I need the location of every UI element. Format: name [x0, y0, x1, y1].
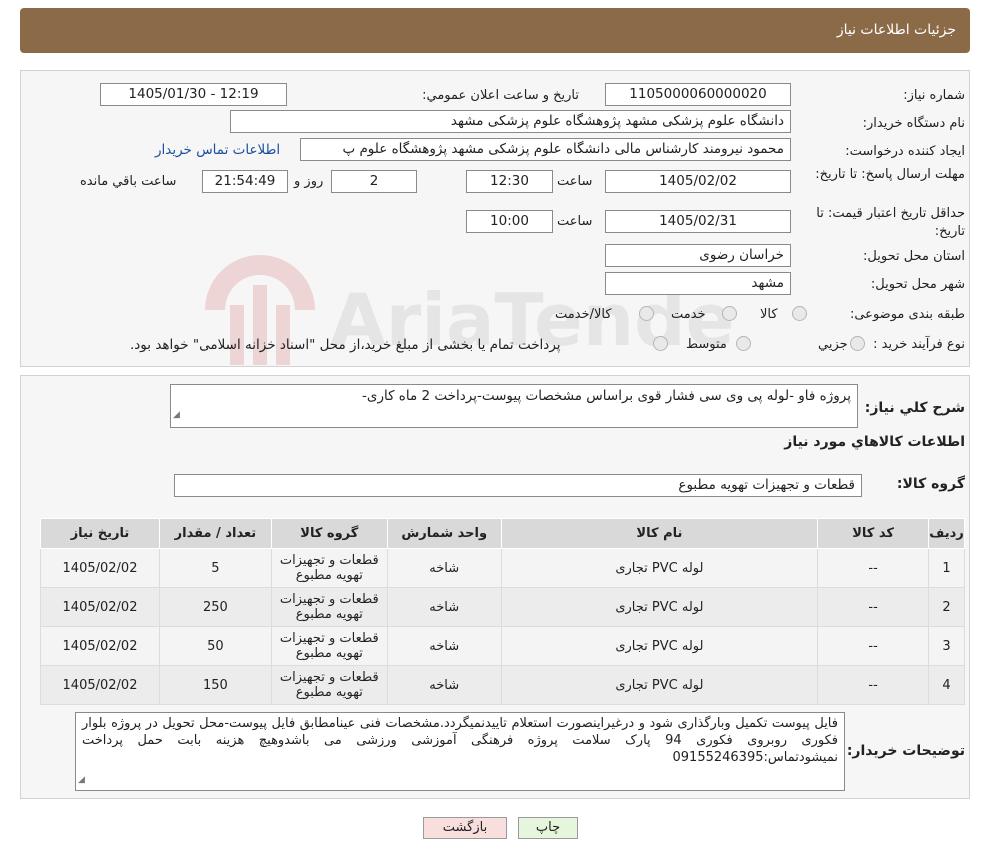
- cell-row-number: 4: [928, 665, 965, 705]
- buyer-notes-text: فایل پیوست تکمیل وبارگذاری شود و درغیرای…: [82, 716, 838, 765]
- category-radio-goods[interactable]: [792, 306, 807, 321]
- buyer-notes-field: فایل پیوست تکمیل وبارگذاری شود و درغیرای…: [75, 712, 845, 791]
- col-header-unit: واحد شمارش: [386, 518, 502, 549]
- cell-date: 1405/02/02: [40, 665, 160, 705]
- days-field: 2: [331, 170, 417, 193]
- print-button[interactable]: چاپ: [518, 817, 578, 839]
- description-text: پروژه فاو -لوله پی وی سی فشار قوی براساس…: [362, 388, 851, 404]
- goods-group-field: قطعات و تجهیزات تهویه مطبوع: [174, 474, 862, 497]
- process-radio-medium[interactable]: [736, 336, 751, 351]
- goods-info-title: اطلاعات کالاهاي مورد نياز: [784, 434, 965, 450]
- process-radio-treasury[interactable]: [653, 336, 668, 351]
- province-field: خراسان رضوی: [605, 244, 791, 267]
- category-option-goods: کالا: [760, 307, 778, 322]
- validity-label: حداقل تاريخ اعتبار قيمت: تا تاريخ:: [816, 206, 965, 239]
- cell-row-number: 1: [928, 548, 965, 588]
- cell-unit: شاخه: [386, 548, 502, 588]
- cell-unit: شاخه: [386, 626, 502, 666]
- cell-row-number: 3: [928, 626, 965, 666]
- cell-group: قطعات و تجهیزات تهویه مطبوع: [270, 587, 388, 627]
- validity-time-field: 10:00: [466, 210, 553, 233]
- need-number-field: 1105000060000020: [605, 83, 791, 106]
- remaining-label: ساعت باقي مانده: [80, 174, 177, 189]
- cell-quantity: 150: [159, 665, 272, 705]
- process-option-minor: جزيي: [818, 337, 848, 352]
- category-label: طبقه بندی موضوعی:: [849, 307, 965, 322]
- buyer-org-label: نام دستگاه خريدار:: [862, 116, 965, 131]
- cell-group: قطعات و تجهیزات تهویه مطبوع: [270, 548, 388, 588]
- col-header-code: کد کالا: [817, 518, 930, 549]
- cell-code: --: [817, 587, 930, 627]
- category-option-service: خدمت: [671, 307, 706, 322]
- cell-name: لوله PVC تجاری: [500, 626, 819, 666]
- buyer-contact-link[interactable]: اطلاعات تماس خريدار: [155, 142, 280, 158]
- category-radio-goods-service[interactable]: [639, 306, 654, 321]
- cell-row-number: 2: [928, 587, 965, 627]
- resize-grip-icon[interactable]: ◢: [78, 772, 85, 789]
- need-number-label: شماره نیاز:: [903, 88, 965, 103]
- buyer-notes-label: توضيحات خريدار:: [846, 743, 965, 759]
- announce-field: 1405/01/30 - 12:19: [100, 83, 287, 106]
- description-label: شرح کلي نياز:: [864, 400, 965, 416]
- cell-quantity: 250: [159, 587, 272, 627]
- deadline-time-label: ساعت: [557, 174, 593, 189]
- description-field: پروژه فاو -لوله پی وی سی فشار قوی براساس…: [170, 384, 858, 428]
- cell-name: لوله PVC تجاری: [500, 665, 819, 705]
- goods-group-label: گروه کالا:: [896, 476, 965, 492]
- category-radio-service[interactable]: [722, 306, 737, 321]
- cell-code: --: [817, 665, 930, 705]
- category-option-goods-service: کالا/خدمت: [555, 307, 612, 322]
- validity-time-label: ساعت: [557, 214, 593, 229]
- cell-name: لوله PVC تجاری: [500, 548, 819, 588]
- col-header-row-number: رديف: [928, 518, 965, 549]
- province-label: استان محل تحويل:: [863, 249, 965, 264]
- table-row: 2 -- لوله PVC تجاری شاخه قطعات و تجهیزات…: [40, 587, 965, 627]
- deadline-label: مهلت ارسال پاسخ: تا تاريخ:: [815, 167, 965, 182]
- cell-date: 1405/02/02: [40, 587, 160, 627]
- resize-grip-icon[interactable]: ◢: [173, 404, 180, 426]
- cell-code: --: [817, 548, 930, 588]
- days-label: روز و: [294, 174, 324, 189]
- cell-group: قطعات و تجهیزات تهویه مطبوع: [270, 626, 388, 666]
- remaining-time-field: 21:54:49: [202, 170, 288, 193]
- creator-field: محمود نیرومند کارشناس مالی دانشگاه علوم …: [300, 138, 791, 161]
- city-label: شهر محل تحويل:: [870, 277, 965, 292]
- buyer-org-field: دانشگاه علوم پزشکی مشهد پژوهشگاه علوم پز…: [230, 110, 791, 133]
- validity-date-field: 1405/02/31: [605, 210, 791, 233]
- page-title: جزئیات اطلاعات نیاز: [836, 22, 956, 38]
- process-radio-minor[interactable]: [850, 336, 865, 351]
- cell-quantity: 50: [159, 626, 272, 666]
- items-table: رديف کد کالا نام کالا واحد شمارش گروه کا…: [40, 518, 965, 705]
- process-label: نوع فرآيند خريد :: [873, 337, 965, 352]
- cell-date: 1405/02/02: [40, 626, 160, 666]
- cell-unit: شاخه: [386, 587, 502, 627]
- process-option-medium: متوسط: [686, 337, 727, 352]
- table-row: 4 -- لوله PVC تجاری شاخه قطعات و تجهیزات…: [40, 665, 965, 705]
- cell-quantity: 5: [159, 548, 272, 588]
- cell-name: لوله PVC تجاری: [500, 587, 819, 627]
- creator-label: ايجاد کننده درخواست:: [845, 144, 965, 159]
- col-header-name: نام کالا: [500, 518, 819, 549]
- deadline-time-field: 12:30: [466, 170, 553, 193]
- table-row: 3 -- لوله PVC تجاری شاخه قطعات و تجهیزات…: [40, 626, 965, 666]
- page-header: جزئیات اطلاعات نیاز: [20, 8, 970, 53]
- announce-label: تاریخ و ساعت اعلان عمومي:: [422, 88, 579, 103]
- col-header-group: گروه کالا: [270, 518, 388, 549]
- back-button[interactable]: بازگشت: [423, 817, 507, 839]
- deadline-date-field: 1405/02/02: [605, 170, 791, 193]
- cell-group: قطعات و تجهیزات تهویه مطبوع: [270, 665, 388, 705]
- col-header-quantity: تعداد / مقدار: [159, 518, 272, 549]
- table-header-row: رديف کد کالا نام کالا واحد شمارش گروه کا…: [40, 518, 965, 549]
- table-row: 1 -- لوله PVC تجاری شاخه قطعات و تجهیزات…: [40, 548, 965, 588]
- cell-code: --: [817, 626, 930, 666]
- process-note: پرداخت تمام يا بخشی از مبلغ خريد،از محل …: [130, 337, 561, 353]
- cell-date: 1405/02/02: [40, 548, 160, 588]
- city-field: مشهد: [605, 272, 791, 295]
- cell-unit: شاخه: [386, 665, 502, 705]
- col-header-date: تاريخ نياز: [40, 518, 160, 549]
